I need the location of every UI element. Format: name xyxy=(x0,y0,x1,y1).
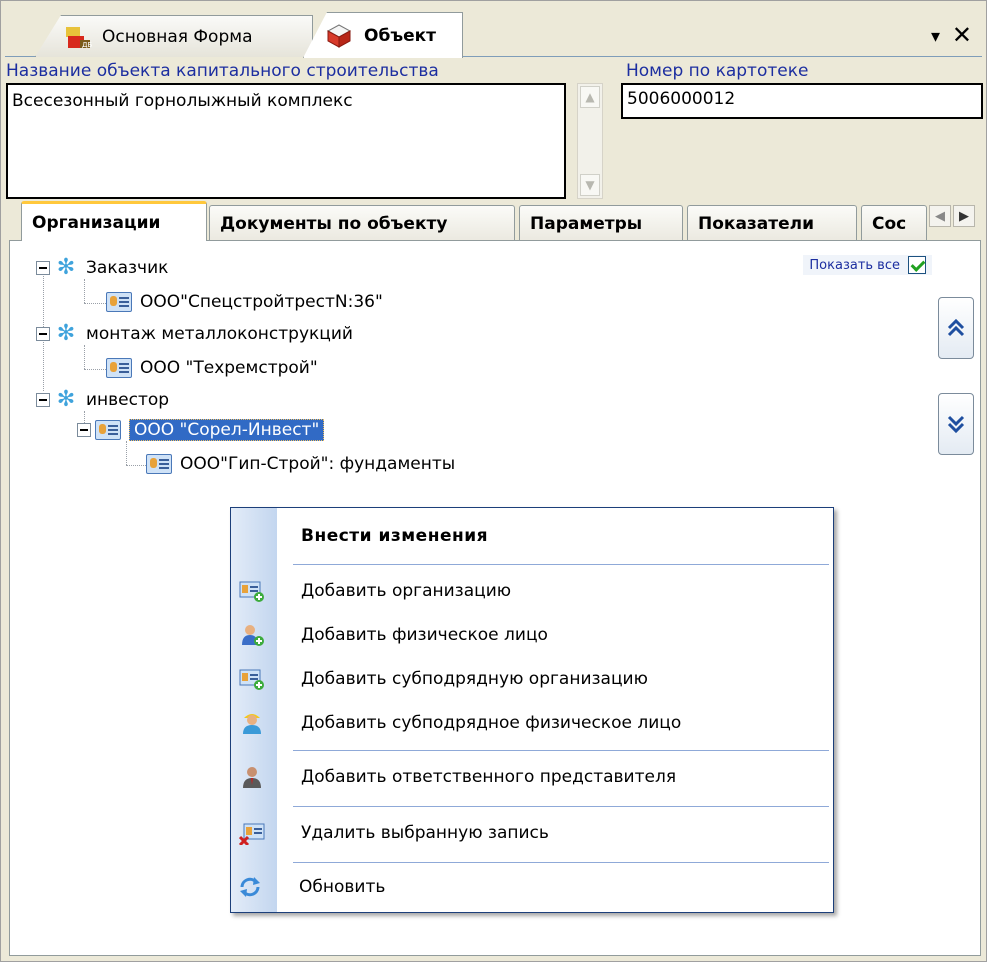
collapse-icon[interactable] xyxy=(36,261,50,275)
organization-card-icon xyxy=(146,454,172,474)
card-number-label: Номер по картотеке xyxy=(626,61,809,81)
double-chevron-down-icon xyxy=(947,415,965,434)
tab-indicators-label: Показатели xyxy=(698,213,815,234)
tab-composition-label: Сос xyxy=(872,213,907,234)
move-up-button[interactable] xyxy=(938,297,974,359)
svg-text:ДБ: ДБ xyxy=(82,41,92,49)
menu-separator xyxy=(293,806,829,807)
object-icon xyxy=(326,23,354,49)
context-menu: Внести изменения Добавить организацию До… xyxy=(230,507,834,913)
tree-node-suborganization[interactable]: ООО"Гип-Строй": фундаменты xyxy=(146,451,455,477)
tab-main-form[interactable]: ДБ Основная Форма xyxy=(35,15,313,57)
organization-card-icon xyxy=(106,358,132,378)
tab-composition[interactable]: Сос xyxy=(861,205,927,241)
add-person-icon xyxy=(239,623,265,647)
menu-item-add-subperson[interactable]: Добавить субподрядное физическое лицо xyxy=(231,704,833,742)
tab-organizations[interactable]: Организации xyxy=(21,201,207,241)
tab-parameters[interactable]: Параметры xyxy=(519,205,683,241)
scroll-down-icon[interactable]: ▼ xyxy=(580,174,600,196)
tab-scroll-arrows: ◀ ▶ xyxy=(929,205,975,227)
menu-item-add-person[interactable]: Добавить физическое лицо xyxy=(231,616,833,654)
add-subperson-icon xyxy=(239,711,265,735)
menu-item-label: Добавить физическое лицо xyxy=(301,625,548,645)
object-name-label: Название объекта капитального строительс… xyxy=(6,61,439,81)
context-menu-title: Внести изменения xyxy=(301,526,489,546)
menu-item-label: Добавить субподрядную организацию xyxy=(301,669,648,689)
menu-item-label: Добавить субподрядное физическое лицо xyxy=(301,713,682,733)
tree-connector xyxy=(126,465,146,466)
tree-node-role[interactable]: ✻ инвестор xyxy=(36,387,169,413)
show-all-label: Показать все xyxy=(809,257,900,273)
tree-node-label: ООО "Техремстрой" xyxy=(140,358,318,378)
tab-scroll-right-icon[interactable]: ▶ xyxy=(953,205,975,227)
snowflake-icon: ✻ xyxy=(56,255,76,280)
double-chevron-up-icon xyxy=(947,318,965,337)
tree-node-organization-selected[interactable]: ООО "Сорел-Инвест" xyxy=(77,417,325,443)
tab-object-label: Объект xyxy=(364,25,437,46)
add-suborganization-icon xyxy=(239,667,265,691)
refresh-icon xyxy=(237,875,263,899)
tab-main-form-label: Основная Форма xyxy=(102,26,253,47)
menu-item-label: Удалить выбранную запись xyxy=(301,823,549,843)
menu-item-add-representative[interactable]: Добавить ответственного представителя xyxy=(231,758,833,796)
menu-item-add-organization[interactable]: Добавить организацию xyxy=(231,572,833,610)
tree-connector xyxy=(84,303,106,304)
menu-item-refresh[interactable]: Обновить xyxy=(229,868,833,906)
organization-card-icon xyxy=(95,420,121,440)
scroll-up-icon[interactable]: ▲ xyxy=(580,86,600,108)
delete-record-icon xyxy=(238,821,265,847)
tree-node-organization[interactable]: ООО "Техремстрой" xyxy=(106,355,318,381)
tree-connector xyxy=(84,369,106,370)
tab-list-dropdown-icon[interactable]: ▾ xyxy=(931,25,940,49)
close-icon[interactable]: ✕ xyxy=(952,23,972,47)
application-window: ДБ Основная Форма Объект ▾ ✕ Название об… xyxy=(0,0,987,962)
add-organization-icon xyxy=(239,579,265,603)
snowflake-icon: ✻ xyxy=(56,321,76,346)
tree-node-role[interactable]: ✻ монтаж металлоконструкций xyxy=(36,321,353,347)
tree-connector xyxy=(84,345,85,369)
show-all-toggle[interactable]: Показать все xyxy=(803,255,932,275)
menu-item-add-suborganization[interactable]: Добавить субподрядную организацию xyxy=(231,660,833,698)
tree-node-role[interactable]: ✻ Заказчик xyxy=(36,255,168,281)
tree-node-label: ООО"Гип-Строй": фундаменты xyxy=(180,454,456,474)
tab-documents[interactable]: Документы по объекту xyxy=(209,205,515,241)
tab-scroll-left-icon[interactable]: ◀ xyxy=(929,205,951,227)
section-tab-bar: Организации Документы по объекту Парамет… xyxy=(9,199,981,241)
tree-node-label: Заказчик xyxy=(86,258,169,278)
tab-object[interactable]: Объект xyxy=(303,12,463,58)
card-number-field[interactable]: 5006000012 xyxy=(621,83,983,119)
add-representative-icon xyxy=(239,765,265,789)
tab-organizations-label: Организации xyxy=(32,212,161,233)
tree-node-label: инвестор xyxy=(86,390,170,410)
tab-parameters-label: Параметры xyxy=(530,213,643,234)
tab-indicators[interactable]: Показатели xyxy=(687,205,857,241)
menu-item-label: Обновить xyxy=(299,877,386,897)
object-name-field[interactable]: Всесезонный горнолыжный комплекс xyxy=(6,83,566,199)
collapse-icon[interactable] xyxy=(36,393,50,407)
tree-node-label: ООО "Сорел-Инвест" xyxy=(129,419,325,441)
tree-node-label: монтаж металлоконструкций xyxy=(86,324,353,344)
move-down-button[interactable] xyxy=(938,393,974,455)
collapse-icon[interactable] xyxy=(77,423,91,437)
tab-documents-label: Документы по объекту xyxy=(220,213,448,234)
menu-separator xyxy=(293,862,829,863)
tree-node-organization[interactable]: ООО"СпецстройтрестN:36" xyxy=(106,289,383,315)
snowflake-icon: ✻ xyxy=(56,387,76,412)
menu-separator xyxy=(293,564,829,565)
menu-separator xyxy=(293,750,829,751)
main-form-icon: ДБ xyxy=(64,24,92,50)
menu-item-delete-record[interactable]: Удалить выбранную запись xyxy=(231,814,833,852)
tree-connector xyxy=(126,441,127,465)
tree-connector xyxy=(84,279,85,303)
menu-item-label: Добавить ответственного представителя xyxy=(301,767,677,787)
tree-node-label: ООО"СпецстройтрестN:36" xyxy=(140,292,383,312)
menu-item-label: Добавить организацию xyxy=(301,581,512,601)
object-name-scrollbar[interactable]: ▲ ▼ xyxy=(577,83,603,199)
collapse-icon[interactable] xyxy=(36,327,50,341)
organization-card-icon xyxy=(106,292,132,312)
document-tab-bar: ДБ Основная Форма Объект ▾ ✕ xyxy=(5,5,982,58)
show-all-checkbox[interactable] xyxy=(908,256,926,274)
